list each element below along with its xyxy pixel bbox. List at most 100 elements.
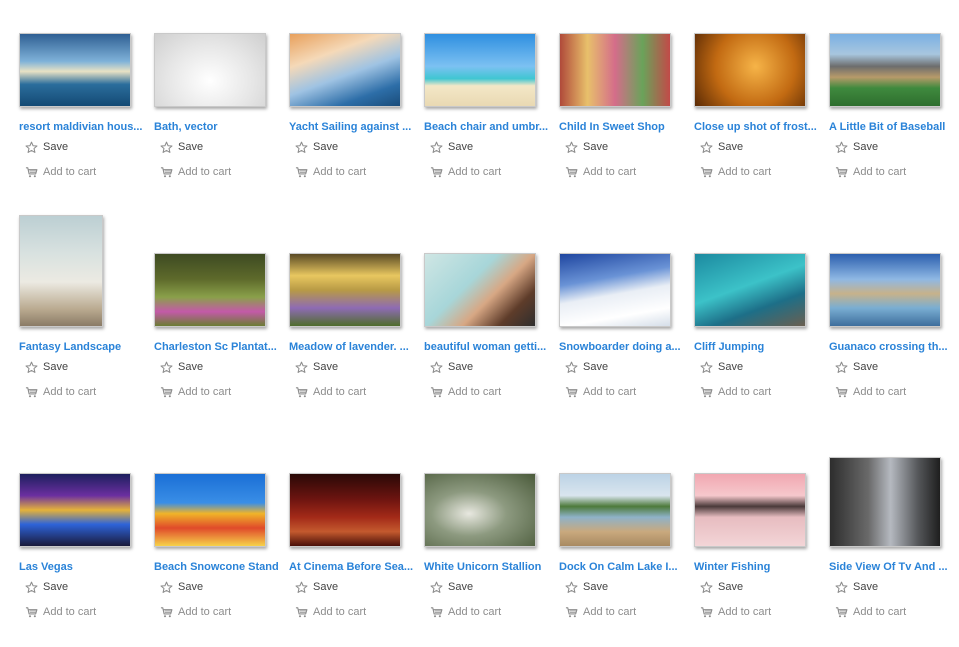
save-button[interactable]: Save (25, 580, 154, 594)
add-to-cart-button[interactable]: Add to cart (430, 165, 559, 179)
item-title-link[interactable]: beautiful woman getti... (424, 340, 558, 354)
save-button[interactable]: Save (835, 140, 959, 154)
save-button[interactable]: Save (295, 140, 424, 154)
save-button[interactable]: Save (430, 140, 559, 154)
thumbnail-area (289, 220, 424, 327)
add-to-cart-label: Add to cart (718, 166, 772, 178)
item-title-link[interactable]: Winter Fishing (694, 560, 828, 574)
thumbnail-image[interactable] (694, 473, 806, 547)
item-title-link[interactable]: Dock On Calm Lake I... (559, 560, 693, 574)
add-to-cart-label: Add to cart (178, 386, 232, 398)
add-to-cart-button[interactable]: Add to cart (565, 165, 694, 179)
item-title-link[interactable]: Yacht Sailing against ... (289, 120, 423, 134)
add-to-cart-button[interactable]: Add to cart (835, 165, 959, 179)
thumbnail-image[interactable] (424, 253, 536, 327)
add-to-cart-button[interactable]: Add to cart (295, 165, 424, 179)
item-title-link[interactable]: Fantasy Landscape (19, 340, 153, 354)
save-button[interactable]: Save (565, 360, 694, 374)
add-to-cart-button[interactable]: Add to cart (25, 385, 154, 399)
thumbnail-image[interactable] (694, 253, 806, 327)
add-to-cart-button[interactable]: Add to cart (160, 385, 289, 399)
thumbnail-image[interactable] (559, 473, 671, 547)
item-title-link[interactable]: Side View Of Tv And ... (829, 560, 959, 574)
thumbnail-image[interactable] (19, 33, 131, 107)
save-button[interactable]: Save (295, 360, 424, 374)
grid-item: White Unicorn Stallion Save Add to cart (424, 440, 559, 619)
thumbnail-image[interactable] (289, 473, 401, 547)
save-button[interactable]: Save (835, 360, 959, 374)
add-to-cart-button[interactable]: Add to cart (835, 605, 959, 619)
save-button[interactable]: Save (700, 140, 829, 154)
thumbnail-area (289, 440, 424, 547)
save-button[interactable]: Save (160, 580, 289, 594)
add-to-cart-button[interactable]: Add to cart (25, 605, 154, 619)
grid-item: Yacht Sailing against ... Save Add to cart (289, 0, 424, 179)
thumbnail-image[interactable] (829, 457, 941, 547)
save-button[interactable]: Save (295, 580, 424, 594)
item-title-link[interactable]: resort maldivian hous... (19, 120, 153, 134)
save-label: Save (853, 361, 879, 373)
add-to-cart-button[interactable]: Add to cart (700, 385, 829, 399)
thumbnail-image[interactable] (154, 473, 266, 547)
thumbnail-image[interactable] (694, 33, 806, 107)
thumbnail-image[interactable] (559, 33, 671, 107)
add-to-cart-button[interactable]: Add to cart (700, 605, 829, 619)
save-button[interactable]: Save (700, 580, 829, 594)
item-title-link[interactable]: A Little Bit of Baseball (829, 120, 959, 134)
item-title-link[interactable]: Las Vegas (19, 560, 153, 574)
save-button[interactable]: Save (160, 360, 289, 374)
item-title-link[interactable]: Meadow of lavender. ... (289, 340, 423, 354)
thumbnail-image[interactable] (19, 473, 131, 547)
thumbnail-image[interactable] (289, 33, 401, 107)
save-button[interactable]: Save (835, 580, 959, 594)
cart-icon (565, 386, 578, 399)
item-title-link[interactable]: Bath, vector (154, 120, 288, 134)
cart-icon (700, 606, 713, 619)
item-title-link[interactable]: Guanaco crossing th... (829, 340, 959, 354)
add-to-cart-button[interactable]: Add to cart (25, 165, 154, 179)
thumbnail-area (154, 0, 289, 107)
item-title-link[interactable]: Close up shot of frost... (694, 120, 828, 134)
thumbnail-image[interactable] (154, 253, 266, 327)
item-title-link[interactable]: White Unicorn Stallion (424, 560, 558, 574)
add-to-cart-button[interactable]: Add to cart (295, 605, 424, 619)
item-title-link[interactable]: At Cinema Before Sea... (289, 560, 423, 574)
thumbnail-image[interactable] (424, 473, 536, 547)
cart-icon (430, 606, 443, 619)
item-title-link[interactable]: Cliff Jumping (694, 340, 828, 354)
thumbnail-image[interactable] (829, 33, 941, 107)
add-to-cart-button[interactable]: Add to cart (160, 165, 289, 179)
add-to-cart-button[interactable]: Add to cart (295, 385, 424, 399)
thumbnail-image[interactable] (289, 253, 401, 327)
add-to-cart-button[interactable]: Add to cart (700, 165, 829, 179)
item-title-link[interactable]: Beach chair and umbr... (424, 120, 558, 134)
save-button[interactable]: Save (565, 580, 694, 594)
save-button[interactable]: Save (25, 140, 154, 154)
thumbnail-area (694, 0, 829, 107)
save-button[interactable]: Save (700, 360, 829, 374)
save-button[interactable]: Save (430, 580, 559, 594)
save-button[interactable]: Save (160, 140, 289, 154)
thumbnail-image[interactable] (154, 33, 266, 107)
item-title-link[interactable]: Charleston Sc Plantat... (154, 340, 288, 354)
save-button[interactable]: Save (430, 360, 559, 374)
item-title-link[interactable]: Snowboarder doing a... (559, 340, 693, 354)
save-button[interactable]: Save (25, 360, 154, 374)
star-icon (25, 581, 38, 594)
thumbnail-image[interactable] (829, 253, 941, 327)
add-to-cart-button[interactable]: Add to cart (565, 385, 694, 399)
add-to-cart-button[interactable]: Add to cart (430, 605, 559, 619)
add-to-cart-button[interactable]: Add to cart (160, 605, 289, 619)
save-label: Save (583, 361, 609, 373)
add-to-cart-button[interactable]: Add to cart (565, 605, 694, 619)
save-button[interactable]: Save (565, 140, 694, 154)
item-title-link[interactable]: Child In Sweet Shop (559, 120, 693, 134)
thumbnail-image[interactable] (19, 215, 103, 327)
add-to-cart-button[interactable]: Add to cart (430, 385, 559, 399)
image-grid: resort maldivian hous... Save Add to cart B… (0, 0, 959, 647)
save-label: Save (448, 141, 474, 153)
item-title-link[interactable]: Beach Snowcone Stand (154, 560, 288, 574)
add-to-cart-button[interactable]: Add to cart (835, 385, 959, 399)
thumbnail-image[interactable] (424, 33, 536, 107)
thumbnail-image[interactable] (559, 253, 671, 327)
